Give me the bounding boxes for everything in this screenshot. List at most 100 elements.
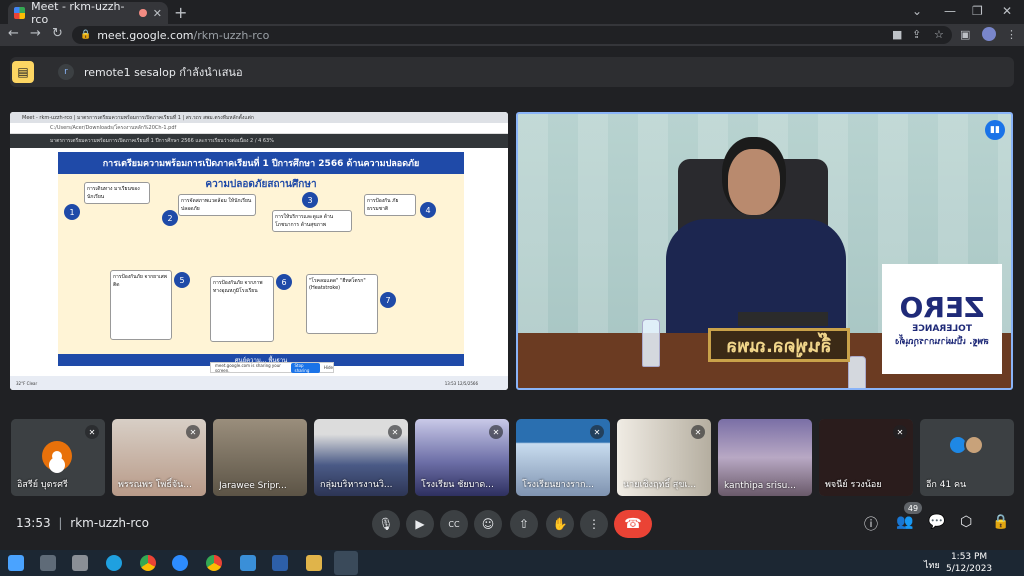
participant-avatar [42, 441, 72, 471]
sign-line1: TOLERANCE [912, 323, 972, 334]
participant-name: พรรณพร โพธิ์จัน... [118, 480, 192, 490]
more-vert-icon: ⋮ [588, 517, 600, 531]
participant-tile[interactable]: ✕ โรงเรียนยางราก... [516, 419, 610, 496]
meeting-details-icon[interactable]: ⓘ [864, 514, 878, 534]
leave-call-button[interactable]: ☎ [614, 510, 652, 538]
browser-menu-icon[interactable]: ⋮ [1006, 28, 1017, 41]
laptop [738, 312, 828, 326]
audio-level-icon: ▮▮ [985, 120, 1005, 140]
hide-button[interactable]: Hide [324, 365, 333, 370]
slide-item-2: การจัดสภาพแวดล้อม ให้นักเรียนปลอดภัย [178, 194, 256, 216]
captions-icon: CC [448, 519, 460, 529]
new-tab-button[interactable]: + [174, 3, 187, 22]
input-language[interactable]: ไทย [924, 558, 940, 572]
chat-icon[interactable]: 💬 [928, 514, 945, 530]
participant-tile[interactable]: ✕ นายเชิงฤทธิ์ สุขเ... [617, 419, 711, 496]
reload-icon[interactable]: ↻ [52, 26, 63, 41]
url-host: meet.google.com [97, 28, 194, 42]
shared-clock: 13:53 12/5/2566 [444, 380, 478, 386]
speaker-tile[interactable]: ลิ๊นฟูดล.ณพล ZERO TOLERANCE สพฐ. เป็นผ่า… [516, 112, 1013, 390]
participant-name: kanthipa srisu... [724, 481, 796, 491]
presentation-tile[interactable]: Meet - rkm-uzzh-rco | มาตรการเตรียมความพ… [10, 112, 508, 390]
slide-num-7: 7 [380, 292, 396, 308]
active-app-icon[interactable] [334, 551, 358, 575]
more-options-button[interactable]: ⋮ [580, 510, 608, 538]
close-window-icon[interactable]: ✕ [1002, 4, 1012, 18]
slide-item-7: "โรคลมแดด" "ฮีทสโตรก" (Heatstroke) [306, 274, 378, 334]
slide: การเตรียมความพร้อมการเปิดภาคเรียนที่ 1 ป… [58, 152, 464, 366]
presenter-avatar: r [58, 64, 74, 80]
participant-tile[interactable]: ✕ โรงเรียน ชัยบาด... [415, 419, 509, 496]
mic-off-icon: ✕ [590, 425, 604, 439]
tab-title: Meet - rkm-uzzh-rco [31, 0, 125, 26]
windows-start-icon[interactable] [8, 555, 24, 571]
raise-hand-button[interactable]: ✋ [546, 510, 574, 538]
mic-off-icon: ✕ [893, 425, 907, 439]
profile-avatar[interactable] [982, 27, 996, 41]
participant-tile[interactable]: Jarawee Sripr... [213, 419, 307, 496]
more-participants-label: อีก 41 คน [926, 480, 967, 490]
stop-sharing-button[interactable]: Stop sharing [291, 362, 320, 373]
more-participants-tile[interactable]: อีก 41 คน [920, 419, 1014, 496]
slide-item-5: การป้องกันภัย จากยาเสพติด [110, 270, 172, 340]
people-icon[interactable]: 👥 [896, 514, 913, 530]
camera-in-use-icon[interactable]: ■ [892, 28, 902, 41]
system-clock[interactable]: 1:53 PM 5/12/2023 [946, 551, 992, 575]
bookmark-star-icon[interactable]: ☆ [934, 28, 944, 41]
mic-off-icon: ✕ [691, 425, 705, 439]
minimize-icon[interactable]: — [944, 4, 956, 18]
mic-off-icon: ✕ [388, 425, 402, 439]
present-button[interactable]: ⇧ [510, 510, 538, 538]
phone-hangup-icon: ☎ [624, 516, 642, 532]
participant-name: อิสรีย์ บุตรศรี [17, 480, 68, 490]
folder-icon[interactable] [306, 555, 322, 571]
forward-icon[interactable]: → [30, 26, 41, 41]
slide-num-2: 2 [162, 210, 178, 226]
slide-item-3: การให้บริการและดูแล ด้านโภชนาการ ด้านสุข… [272, 210, 352, 232]
browser-tab[interactable]: Meet - rkm-uzzh-rco ✕ [8, 0, 168, 26]
participant-tile[interactable]: ✕ พรรณพร โพธิ์จัน... [112, 419, 206, 496]
hand-icon: ✋ [552, 517, 568, 531]
side-panel-icon[interactable]: ▣ [960, 28, 970, 41]
slide-item-1: การเดินทาง มาเรียนของนักเรียน [84, 182, 150, 204]
captions-button[interactable]: CC [440, 510, 468, 538]
word-icon[interactable] [272, 555, 288, 571]
task-view-icon[interactable] [40, 555, 56, 571]
camera-button[interactable]: ▶ [406, 510, 434, 538]
participant-name: โรงเรียนยางราก... [522, 480, 595, 490]
shared-browser-tabs: Meet - rkm-uzzh-rco | มาตรการเตรียมความพ… [10, 112, 508, 123]
slide-num-6: 6 [276, 274, 292, 290]
participant-tile[interactable]: ✕ กลุ่มบริหารงานวิ... [314, 419, 408, 496]
water-bottle-right [848, 356, 866, 388]
photos-icon[interactable] [240, 555, 256, 571]
close-tab-icon[interactable]: ✕ [153, 7, 162, 20]
participant-tile[interactable]: ✕ อิสรีย์ บุตรศรี [11, 419, 105, 496]
lock-icon: 🔒 [80, 30, 92, 40]
share-icon[interactable]: ⇪ [912, 28, 921, 41]
host-controls-icon[interactable]: 🔒 [992, 514, 1009, 530]
mini-avatar [964, 435, 984, 455]
participant-name: กลุ่มบริหารงานวิ... [320, 480, 393, 490]
participant-name: พจนีย์ รวงน้อย [825, 480, 882, 490]
reactions-button[interactable]: ☺ [474, 510, 502, 538]
participant-name: นายเชิงฤทธิ์ สุขเ... [623, 480, 697, 490]
shared-weather: 32°F Clear [16, 380, 38, 386]
chrome-icon-2[interactable] [206, 555, 222, 571]
meeting-time: 13:53 [16, 516, 51, 530]
url-field[interactable]: 🔒 meet.google.com /rkm-uzzh-rco [72, 26, 952, 44]
edge-icon[interactable] [106, 555, 122, 571]
zoom-icon[interactable] [172, 555, 188, 571]
file-explorer-icon[interactable] [72, 555, 88, 571]
activities-icon[interactable]: ⬡ [960, 514, 972, 530]
participant-tile[interactable]: kanthipa srisu... [718, 419, 812, 496]
clock-date: 5/12/2023 [946, 564, 993, 574]
mic-off-icon: ✕ [489, 425, 503, 439]
chrome-icon[interactable] [140, 555, 156, 571]
maximize-icon[interactable]: ❐ [972, 4, 983, 18]
back-icon[interactable]: ← [8, 26, 19, 41]
microphone-button[interactable]: 🎙 [372, 510, 400, 538]
presentation-icon: ▤ [12, 61, 34, 83]
emoji-icon: ☺ [481, 517, 495, 531]
tab-search-icon[interactable]: ⌄ [912, 4, 922, 18]
participant-tile[interactable]: ✕ พจนีย์ รวงน้อย [819, 419, 913, 496]
